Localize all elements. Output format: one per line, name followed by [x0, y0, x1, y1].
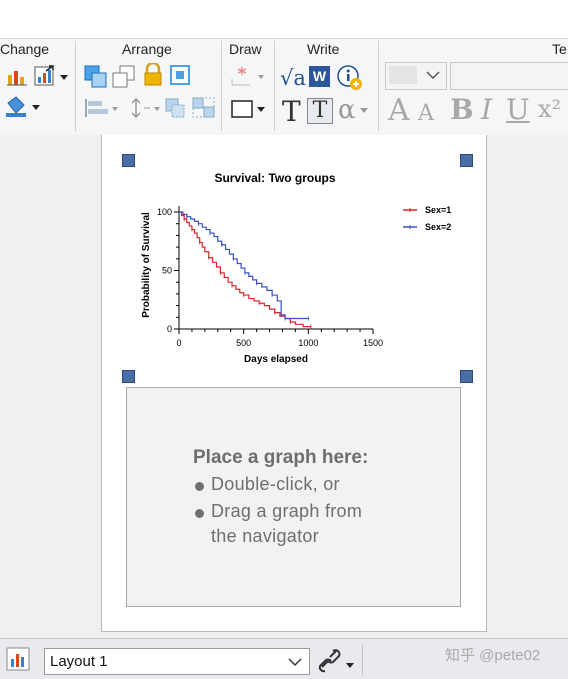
- chevron-down-icon: [426, 71, 440, 80]
- x-tick-label: 500: [236, 338, 251, 348]
- chart-title: Survival: Two groups: [214, 171, 335, 185]
- group-icon[interactable]: [164, 97, 186, 119]
- link-icon[interactable]: [318, 649, 358, 675]
- ribbon-toolbar: Change Arrange Draw Write √a W T T α Te …: [0, 38, 568, 136]
- placeholder-instruction-2b: the navigator: [211, 526, 319, 546]
- y-tick-label: 50: [162, 266, 172, 276]
- resize-handle-bottom-right[interactable]: [460, 370, 473, 383]
- draw-shape-icon[interactable]: [230, 65, 270, 89]
- survival-graph[interactable]: Survival: Two groups Probability of Surv…: [130, 160, 460, 370]
- align-icon[interactable]: [84, 97, 120, 119]
- x-tick-label: 1000: [298, 338, 318, 348]
- placeholder-instruction-2: Drag a graph from: [211, 501, 363, 521]
- x-axis-label: Days elapsed: [244, 354, 308, 365]
- legend: Sex=1 Sex=2: [403, 205, 451, 232]
- y-axis-label: Probability of Survival: [141, 212, 152, 318]
- send-to-back-icon[interactable]: [112, 65, 138, 89]
- group-label-arrange: Arrange: [122, 41, 172, 57]
- x-tick-label: 1500: [363, 338, 383, 348]
- bring-to-front-icon[interactable]: [84, 65, 110, 89]
- watermark: 知乎 @pete02: [445, 647, 541, 664]
- bold-button[interactable]: B: [450, 93, 474, 126]
- greek-symbol-button[interactable]: α: [338, 95, 356, 125]
- text-tool-button[interactable]: T: [282, 95, 301, 128]
- word-object-button[interactable]: W: [309, 66, 330, 87]
- group-label-text: Te: [552, 41, 567, 57]
- chevron-down-icon: [288, 658, 302, 667]
- ungroup-icon[interactable]: [192, 97, 216, 119]
- grow-font-button[interactable]: A: [388, 93, 410, 128]
- title-area: [0, 0, 568, 38]
- superscript-button[interactable]: x²: [538, 95, 561, 123]
- layout-select[interactable]: Layout 1: [44, 648, 310, 675]
- legend-label: Sex=2: [425, 222, 451, 232]
- info-constant-icon[interactable]: [336, 64, 364, 92]
- chevron-down-icon[interactable]: [358, 105, 370, 115]
- shrink-font-button[interactable]: A: [418, 101, 434, 126]
- y-tick-label: 100: [157, 207, 172, 217]
- rectangle-icon[interactable]: [230, 97, 270, 121]
- change-graph-type-icon[interactable]: [34, 65, 70, 87]
- legend-label: Sex=1: [425, 205, 451, 215]
- y-tick-label: 0: [167, 324, 172, 334]
- placeholder-instruction-1: Double-click, or: [211, 474, 340, 494]
- series-group: [179, 211, 312, 329]
- bar-chart-icon[interactable]: [6, 65, 28, 87]
- layout-select-value: Layout 1: [50, 653, 108, 670]
- bullet-icon: [195, 482, 204, 491]
- distribute-icon[interactable]: [126, 97, 162, 119]
- text-box-button[interactable]: T: [307, 98, 333, 124]
- placeholder-title: Place a graph here:: [193, 447, 369, 468]
- axes: 0 500 1000 1500 0 50 100: [157, 206, 383, 348]
- group-label-write: Write: [307, 41, 340, 57]
- fill-color-icon[interactable]: [4, 95, 44, 119]
- group-label-draw: Draw: [229, 41, 262, 57]
- equation-button[interactable]: √a: [280, 66, 306, 90]
- bullet-icon: [195, 509, 204, 518]
- italic-button[interactable]: I: [481, 93, 492, 126]
- survival-curve-Sex-2: [179, 211, 309, 320]
- font-size-select[interactable]: [385, 62, 447, 90]
- group-label-change: Change: [0, 41, 50, 57]
- graph-placeholder[interactable]: Place a graph here: Double-click, or Dra…: [126, 387, 461, 607]
- x-tick-label: 0: [176, 338, 181, 348]
- underline-button[interactable]: U: [506, 93, 530, 126]
- resize-handle-bottom-left[interactable]: [122, 370, 135, 383]
- frame-icon[interactable]: [170, 65, 192, 87]
- font-family-select[interactable]: [450, 62, 568, 90]
- navigator-graph-icon[interactable]: [6, 647, 30, 671]
- lock-icon[interactable]: [142, 63, 164, 87]
- resize-handle-top-right[interactable]: [460, 154, 473, 167]
